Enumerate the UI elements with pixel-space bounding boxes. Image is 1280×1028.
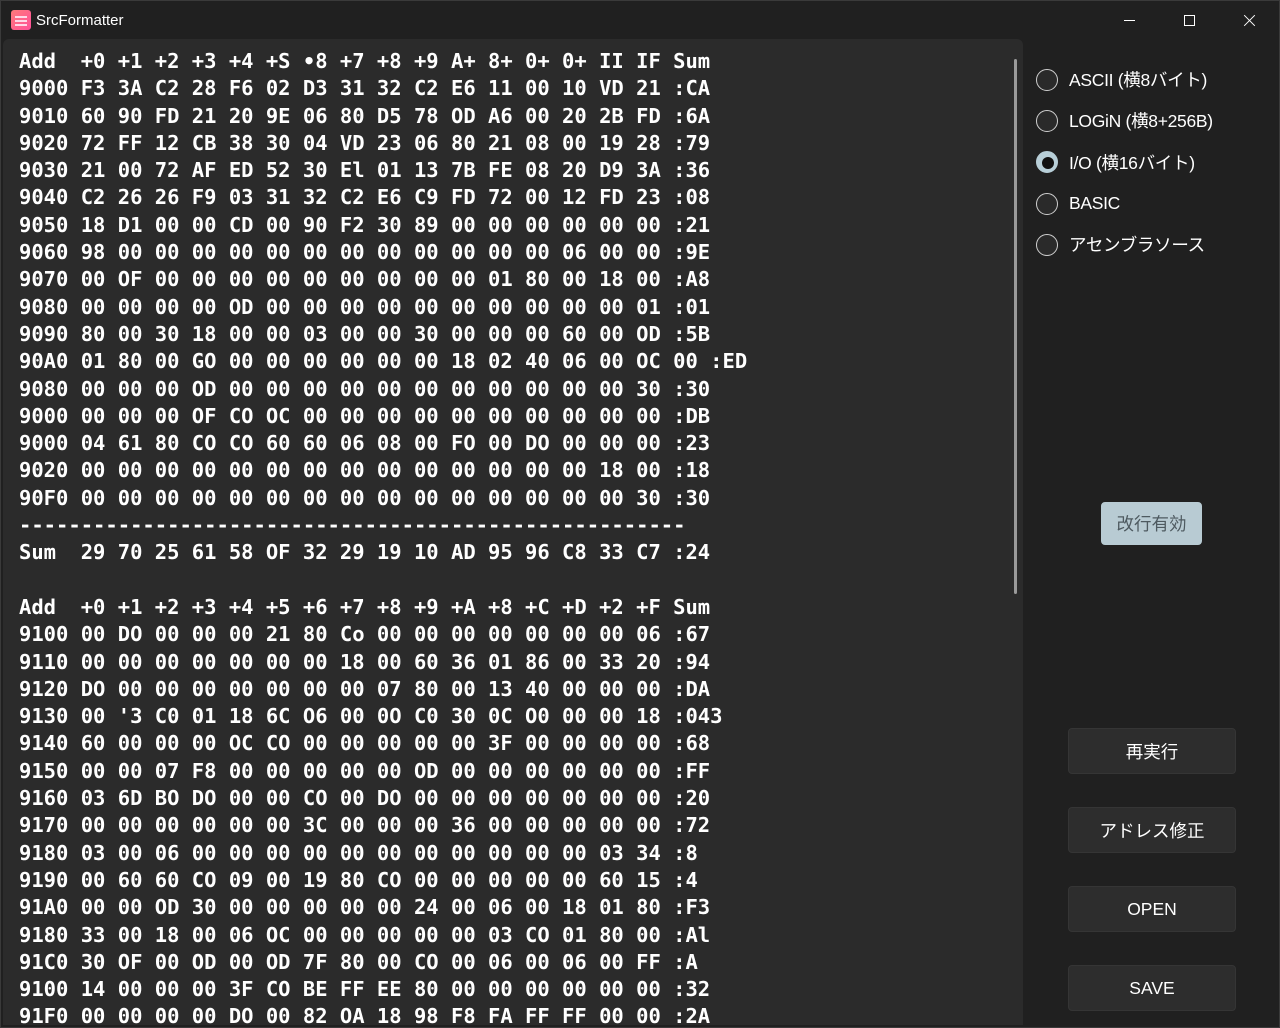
radio-circle-icon: [1036, 192, 1058, 215]
radio-label: BASIC: [1069, 193, 1121, 214]
source-text-content[interactable]: Add +0 +1 +2 +3 +4 +S •8 +7 +8 +9 A+ 8+ …: [19, 48, 747, 1025]
radio-login[interactable]: LOGiN (横8+256B): [1036, 100, 1213, 141]
app-window: SrcFormatter Add +0 +1 +2 +3 +4 +S •8 +7…: [0, 0, 1280, 1028]
source-text-area[interactable]: Add +0 +1 +2 +3 +4 +S •8 +7 +8 +9 A+ 8+ …: [3, 39, 1023, 1025]
radio-io[interactable]: I/O (横16バイト): [1036, 142, 1213, 183]
minimize-button[interactable]: [1099, 1, 1159, 39]
close-button[interactable]: [1219, 1, 1279, 39]
radio-circle-icon: [1036, 109, 1058, 132]
radio-assembler-source[interactable]: アセンブラソース: [1036, 224, 1213, 265]
title-bar[interactable]: SrcFormatter: [1, 1, 1279, 39]
radio-circle-icon: [1036, 233, 1058, 256]
window-title: SrcFormatter: [36, 12, 124, 29]
close-icon: [1243, 14, 1256, 27]
radio-circle-icon: [1036, 68, 1058, 91]
newline-toggle-button[interactable]: 改行有効: [1101, 502, 1202, 545]
fix-address-button[interactable]: アドレス修正: [1068, 807, 1236, 853]
radio-ascii[interactable]: ASCII (横8バイト): [1036, 59, 1213, 100]
radio-label: I/O (横16バイト): [1069, 152, 1195, 173]
save-button[interactable]: SAVE: [1068, 965, 1236, 1011]
radio-checked-icon: [1036, 151, 1058, 174]
radio-basic[interactable]: BASIC: [1036, 183, 1213, 224]
maximize-icon: [1183, 14, 1195, 26]
app-icon: [11, 10, 31, 30]
minimize-icon: [1123, 19, 1135, 21]
rerun-button[interactable]: 再実行: [1068, 728, 1236, 774]
radio-label: LOGiN (横8+256B): [1069, 111, 1213, 132]
format-radio-group: ASCII (横8バイト) LOGiN (横8+256B) I/O (横16バイ…: [1036, 59, 1213, 265]
open-button[interactable]: OPEN: [1068, 886, 1236, 932]
radio-label: アセンブラソース: [1069, 235, 1205, 256]
vertical-scrollbar[interactable]: [1014, 59, 1017, 594]
radio-label: ASCII (横8バイト): [1069, 70, 1208, 91]
maximize-button[interactable]: [1159, 1, 1219, 39]
